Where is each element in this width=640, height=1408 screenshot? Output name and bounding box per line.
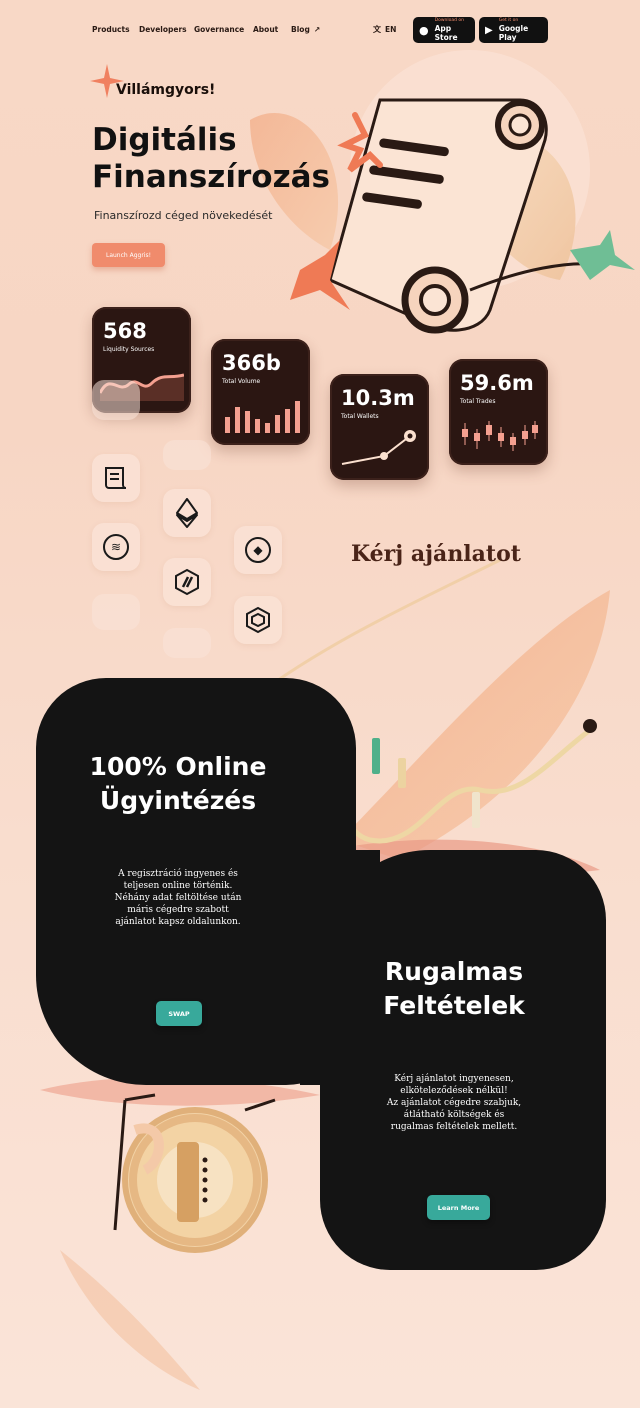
panel-flexible-title-line1: Rugalmas	[384, 957, 524, 986]
panel-flexible-text-line: Az ajánlatot cégedre szabjuk,	[386, 1098, 522, 1108]
panel-online-title-line1: 100% Online	[89, 752, 267, 781]
gear-illustration	[113, 1093, 276, 1246]
panel-flexible-text-line: átlátható költségek és	[403, 1110, 505, 1120]
panel-flexible-title-line2: Feltételek	[383, 991, 525, 1020]
panel-online-text: A regisztráció ingyenes és teljesen onli…	[78, 868, 278, 928]
panel-online-title-line2: Ügyintézés	[99, 786, 257, 815]
panel-online-text-line: máris cégedre szabott	[127, 905, 229, 915]
panel-flexible-text-line: rugalmas feltételek mellett.	[390, 1122, 518, 1132]
panel-online-title: 100% Online Ügyintézés	[60, 750, 296, 818]
panel-flexible-text-line: Kérj ajánlatot ingyenesen,	[394, 1074, 514, 1084]
learn-more-button[interactable]: Learn More	[427, 1195, 490, 1220]
panel-online-text-line: ajánlatot kapsz oldalunkon.	[115, 917, 241, 927]
panel-flexible-text-line: elköteleződések nélkül!	[400, 1086, 508, 1096]
panel-online-text-line: Néhány adat feltöltése után	[114, 893, 242, 903]
swap-button[interactable]: SWAP	[156, 1001, 202, 1026]
panel-online-text-line: teljesen online történik.	[123, 881, 233, 891]
panel-flexible-text: Kérj ajánlatot ingyenesen, elköteleződés…	[354, 1073, 554, 1133]
panel-online-text-line: A regisztráció ingyenes és	[118, 869, 238, 879]
panel-flexible-title: Rugalmas Feltételek	[336, 955, 572, 1023]
